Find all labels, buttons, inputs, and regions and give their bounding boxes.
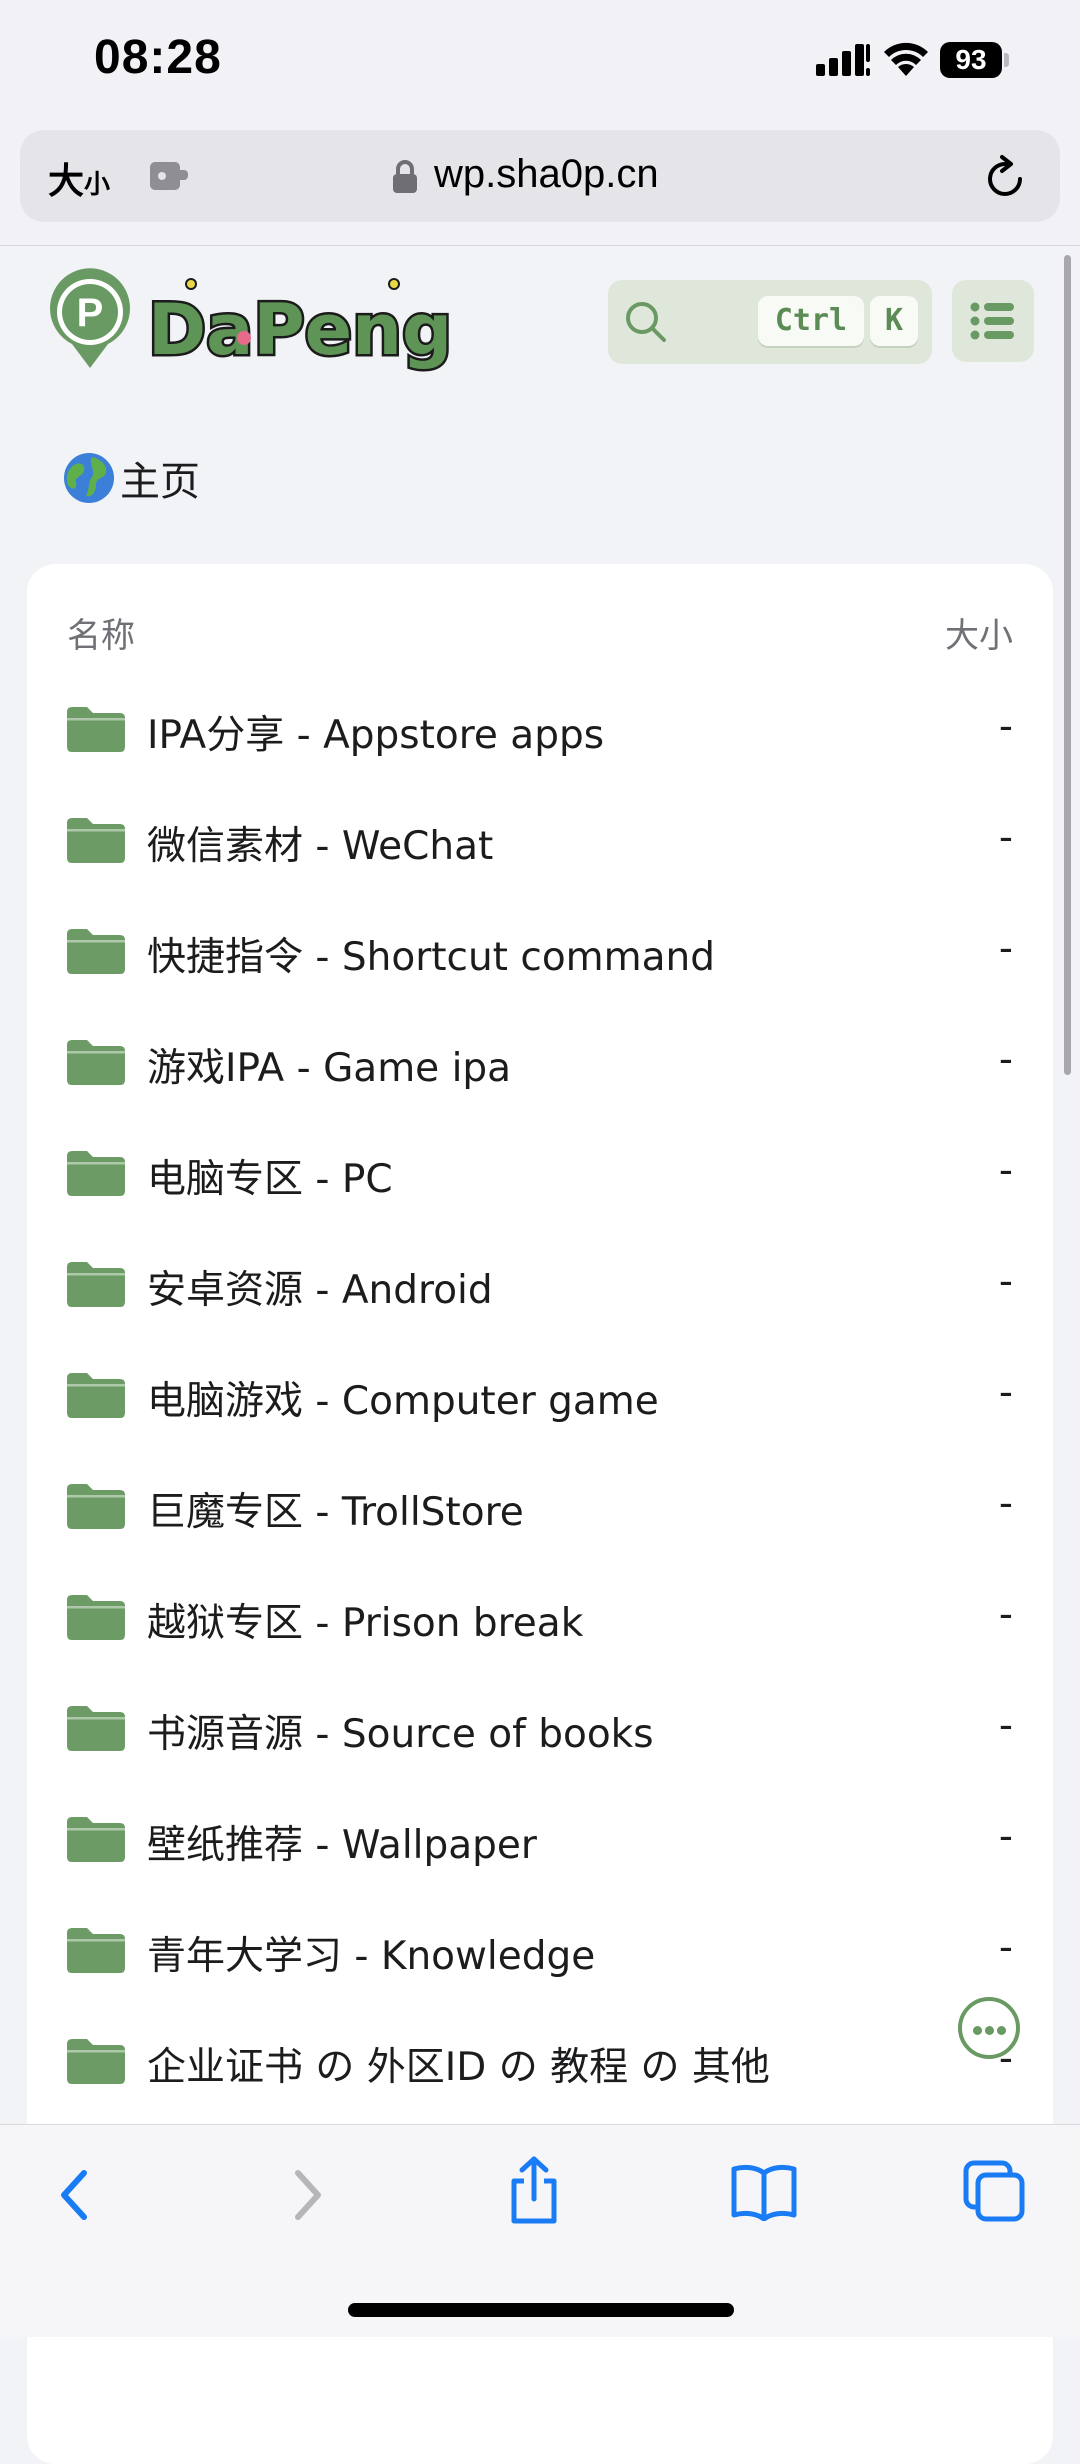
folder-icon	[67, 1262, 125, 1307]
item-name: 安卓资源 - Android	[147, 1268, 493, 1313]
breadcrumb-home[interactable]: 主页	[120, 449, 200, 507]
menu-button[interactable]	[952, 280, 1034, 362]
column-name-header[interactable]: 名称	[67, 608, 135, 657]
more-dot	[997, 2026, 1006, 2035]
logo-letter: P	[77, 291, 104, 335]
folder-icon	[67, 1373, 125, 1418]
item-name: IPA分享 - Appstore apps	[147, 713, 605, 758]
breadcrumb[interactable]: 主页	[62, 448, 200, 508]
item-size: -	[998, 1925, 1013, 1970]
list-item[interactable]: 巨魔专区 - TrollStore -	[27, 1451, 1053, 1562]
item-name: 快捷指令 - Shortcut command	[147, 935, 716, 980]
item-name: 游戏IPA - Game ipa	[147, 1046, 512, 1091]
item-size: -	[998, 1037, 1013, 1082]
list-item[interactable]: IPA分享 - Appstore apps -	[27, 674, 1053, 785]
list-item[interactable]: 电脑游戏 - Computer game -	[27, 1340, 1053, 1451]
url-text[interactable]: wp.sha0p.cn	[434, 152, 659, 197]
list-item[interactable]: 企业证书 の 外区ID の 教程 の 其他 -	[27, 2006, 1053, 2117]
folder-icon	[67, 818, 125, 863]
item-size: -	[998, 1703, 1013, 1748]
folder-icon	[67, 1706, 125, 1751]
folder-icon	[67, 707, 125, 752]
item-size: -	[998, 815, 1013, 860]
item-name: 微信素材 - WeChat	[147, 824, 494, 869]
text-size-button[interactable]: 大小	[48, 152, 110, 204]
shortcut-k-key: K	[870, 296, 918, 346]
back-arrow-icon[interactable]	[52, 2165, 96, 2225]
folder-icon	[67, 1595, 125, 1640]
scrollbar[interactable]	[1064, 255, 1071, 1075]
list-item[interactable]: 微信素材 - WeChat -	[27, 785, 1053, 896]
list-item[interactable]: 电脑专区 - PC -	[27, 1118, 1053, 1229]
item-size: -	[998, 1814, 1013, 1859]
folder-icon	[67, 1817, 125, 1862]
item-name: 巨魔专区 - TrollStore	[147, 1490, 524, 1535]
item-size: -	[998, 1148, 1013, 1193]
folder-icon	[67, 1928, 125, 1973]
item-size: -	[998, 926, 1013, 971]
folder-icon	[67, 1151, 125, 1196]
forward-arrow-icon[interactable]	[286, 2165, 330, 2225]
list-menu-icon	[970, 302, 1014, 340]
share-icon[interactable]	[504, 2155, 564, 2227]
shortcut-ctrl-key: Ctrl	[758, 296, 864, 346]
wifi-icon	[884, 42, 928, 76]
item-name: 电脑游戏 - Computer game	[147, 1379, 659, 1424]
reload-icon[interactable]	[984, 154, 1028, 200]
text-size-small: 小	[84, 170, 111, 200]
more-dot	[985, 2026, 994, 2035]
list-item[interactable]: 越狱专区 - Prison break -	[27, 1562, 1053, 1673]
list-item[interactable]: 壁纸推荐 - Wallpaper -	[27, 1784, 1053, 1895]
address-bar[interactable]: 大小 wp.sha0p.cn	[20, 130, 1060, 222]
list-item[interactable]: 快捷指令 - Shortcut command -	[27, 896, 1053, 1007]
globe-icon	[64, 453, 114, 503]
more-dot	[973, 2026, 982, 2035]
bookmarks-icon[interactable]	[730, 2163, 798, 2221]
item-name: 越狱专区 - Prison break	[147, 1601, 584, 1646]
site-logo[interactable]: P DaPeng	[48, 268, 478, 376]
lock-icon	[393, 160, 417, 193]
file-list: IPA分享 - Appstore apps - 微信素材 - WeChat - …	[27, 674, 1053, 2117]
item-size: -	[998, 1481, 1013, 1526]
tabs-icon[interactable]	[962, 2159, 1026, 2223]
logo-text: DaPeng	[148, 289, 452, 371]
list-item[interactable]: 安卓资源 - Android -	[27, 1229, 1053, 1340]
status-time: 08:28	[94, 31, 222, 84]
item-size: -	[998, 1592, 1013, 1637]
list-item[interactable]: 青年大学习 - Knowledge -	[27, 1895, 1053, 2006]
browser-address-area: 大小 wp.sha0p.cn	[0, 122, 1080, 246]
battery-tip	[1004, 53, 1009, 67]
battery-indicator: 93	[940, 42, 1009, 78]
list-item[interactable]: 书源音源 - Source of books -	[27, 1673, 1053, 1784]
folder-icon	[67, 1040, 125, 1085]
item-name: 书源音源 - Source of books	[147, 1712, 654, 1757]
cellular-signal-icon	[816, 44, 870, 76]
folder-icon	[67, 929, 125, 974]
item-size: -	[998, 704, 1013, 749]
list-item[interactable]: 游戏IPA - Game ipa -	[27, 1007, 1053, 1118]
item-name: 电脑专区 - PC	[147, 1157, 393, 1202]
list-header: 名称 大小	[67, 608, 1013, 658]
item-name: 青年大学习 - Knowledge	[147, 1934, 596, 1979]
search-button[interactable]: Ctrl K	[608, 280, 932, 364]
folder-icon	[67, 1484, 125, 1529]
battery-level: 93	[940, 42, 1002, 78]
item-size: -	[998, 1259, 1013, 1304]
item-name: 企业证书 の 外区ID の 教程 の 其他	[147, 2045, 770, 2090]
extension-puzzle-icon[interactable]	[148, 156, 192, 194]
item-size: -	[998, 1370, 1013, 1415]
more-options-button[interactable]	[958, 1997, 1020, 2059]
text-size-big: 大	[48, 161, 85, 202]
status-bar: 08:28 93	[0, 0, 1080, 122]
home-indicator	[348, 2303, 734, 2317]
item-name: 壁纸推荐 - Wallpaper	[147, 1823, 537, 1868]
search-icon	[626, 302, 666, 342]
folder-icon	[67, 2039, 125, 2084]
column-size-header[interactable]: 大小	[945, 608, 1013, 657]
